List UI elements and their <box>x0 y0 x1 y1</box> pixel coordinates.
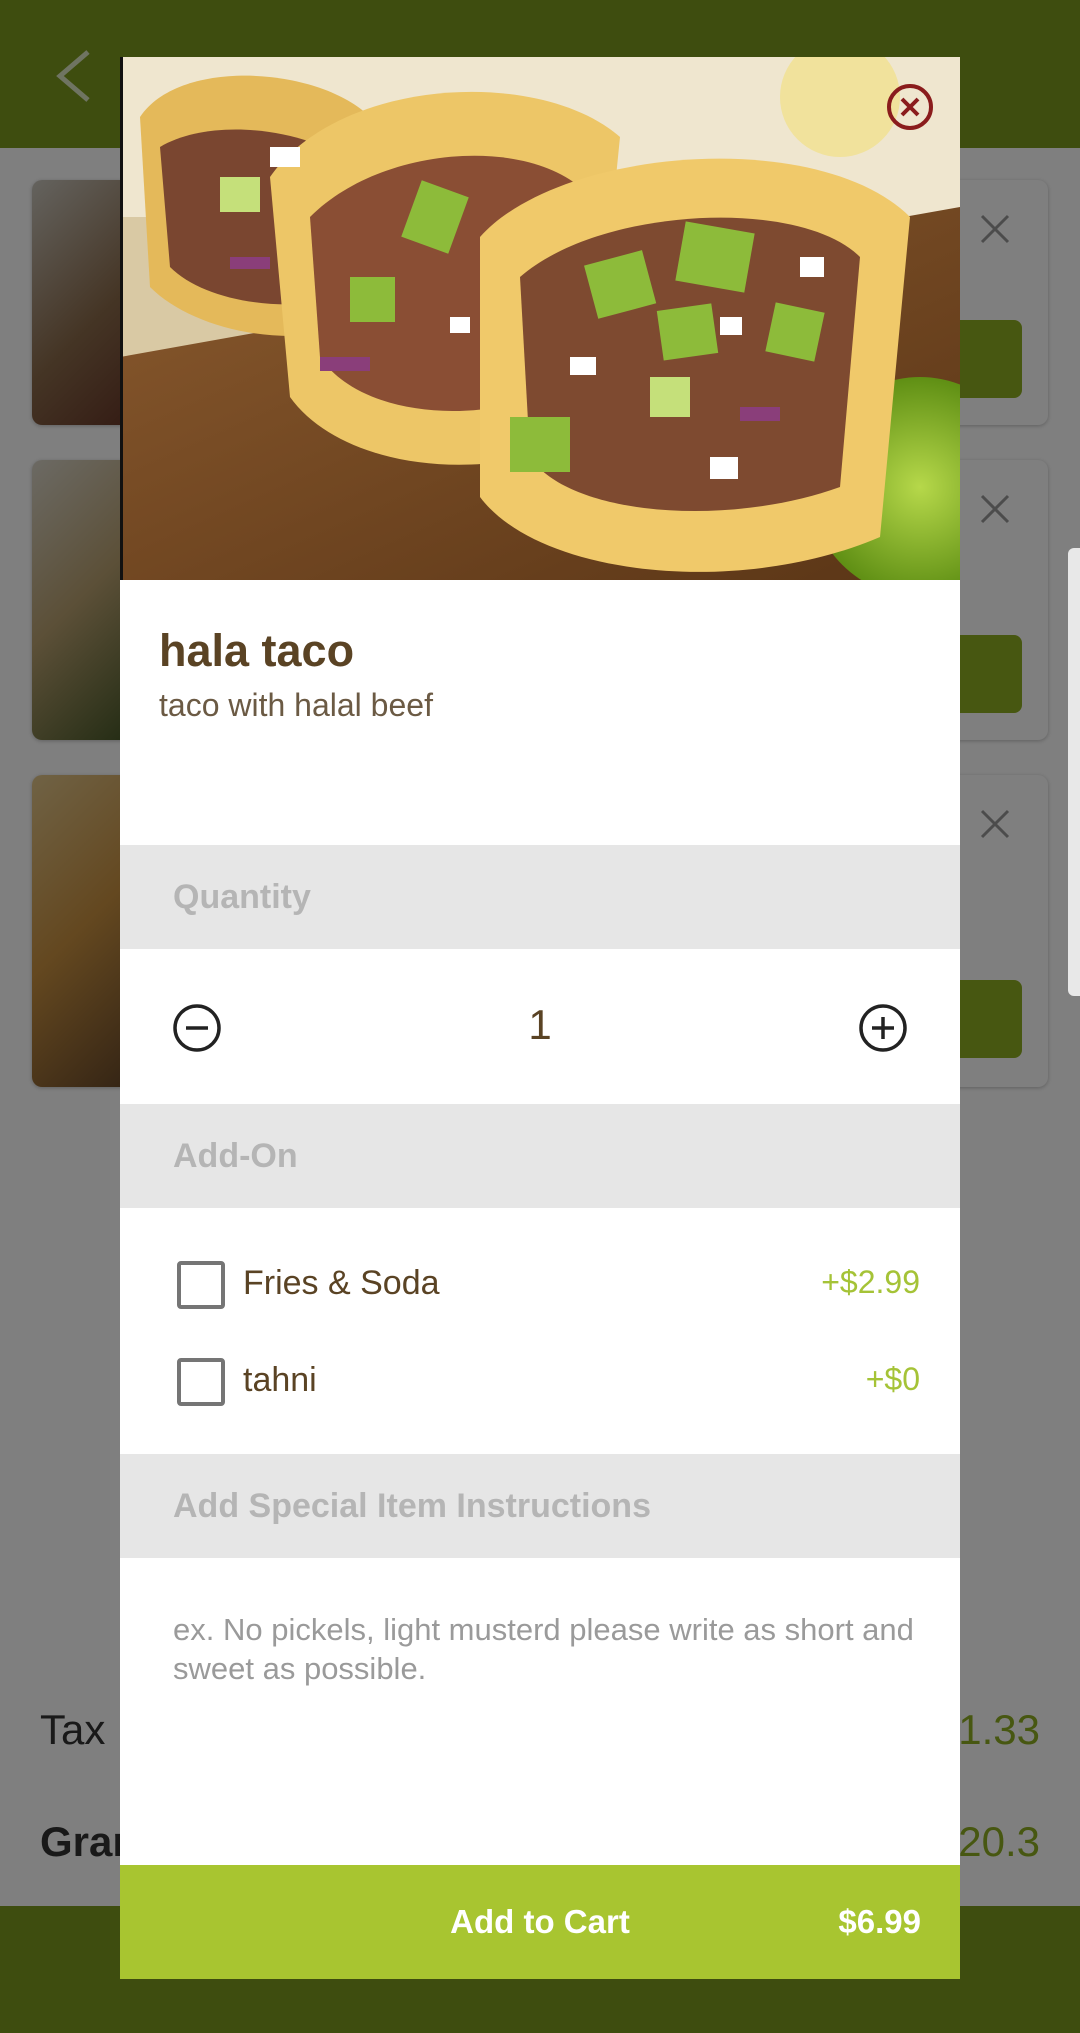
increment-button[interactable] <box>858 1003 908 1053</box>
addon-header: Add-On <box>120 1104 960 1208</box>
instructions-header-label: Add Special Item Instructions <box>173 1487 651 1525</box>
quantity-value: 1 <box>528 1001 552 1048</box>
instructions-header: Add Special Item Instructions <box>120 1454 960 1558</box>
addon-price: +$2.99 <box>821 1264 920 1300</box>
instructions-input[interactable]: ex. No pickels, light musterd please wri… <box>173 1610 933 1810</box>
close-icon <box>900 97 920 117</box>
addon-checkbox[interactable] <box>177 1261 225 1309</box>
addon-header-label: Add-On <box>173 1137 298 1175</box>
close-button[interactable] <box>887 84 933 130</box>
item-modal: hala taco taco with halal beef Quantity … <box>120 57 960 1979</box>
item-photo <box>120 57 960 580</box>
addon-label: Fries & Soda <box>243 1264 440 1302</box>
decrement-button[interactable] <box>172 1003 222 1053</box>
addon-price: +$0 <box>865 1361 920 1397</box>
cart-total: $6.99 <box>838 1903 921 1940</box>
addon-checkbox[interactable] <box>177 1358 225 1406</box>
item-title: hala taco <box>159 625 355 676</box>
scrollbar[interactable] <box>1068 548 1080 996</box>
quantity-header-label: Quantity <box>173 878 311 916</box>
addon-option[interactable]: Fries & Soda +$2.99 <box>120 1238 960 1328</box>
quantity-header: Quantity <box>120 845 960 949</box>
quantity-stepper: 1 <box>120 949 960 1104</box>
add-to-cart-label: Add to Cart <box>450 1903 630 1940</box>
item-description: taco with halal beef <box>159 687 433 723</box>
addon-label: tahni <box>243 1361 317 1399</box>
add-to-cart-button[interactable]: Add to Cart $6.99 <box>120 1865 960 1979</box>
addon-option[interactable]: tahni +$0 <box>120 1335 960 1425</box>
